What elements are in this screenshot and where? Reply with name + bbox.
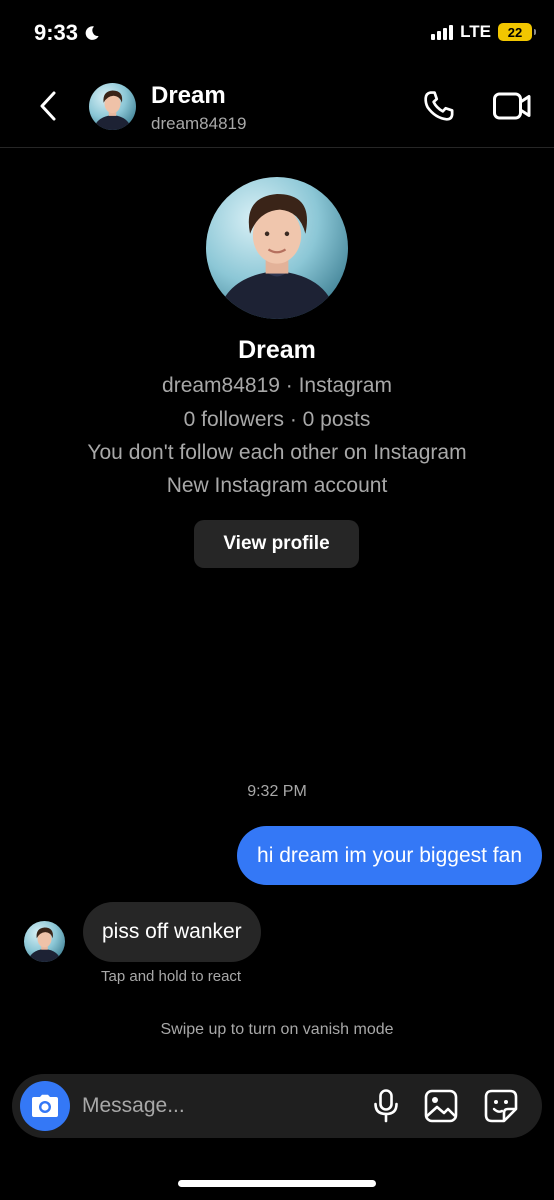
profile-follow-status: You don't follow each other on Instagram (87, 441, 467, 464)
vanish-mode-hint[interactable]: Swipe up to turn on vanish mode (0, 1021, 554, 1039)
battery-icon: 22 (498, 23, 536, 41)
signal-strength-icon (431, 24, 454, 40)
back-button[interactable] (30, 86, 66, 126)
network-type: LTE (460, 22, 491, 41)
camera-icon (32, 1094, 58, 1117)
battery-level: 22 (507, 24, 523, 40)
message-timestamp: 9:32 PM (247, 783, 307, 800)
video-call-button[interactable] (492, 88, 532, 124)
view-profile-button[interactable]: View profile (194, 520, 359, 568)
profile-stats-line: 0 followers · 0 posts (183, 408, 371, 431)
profile-name: Dream (238, 336, 316, 364)
sticker-icon (484, 1089, 518, 1123)
profile-avatar[interactable] (206, 177, 348, 319)
gallery-button[interactable] (424, 1089, 458, 1123)
moon-icon (85, 26, 99, 40)
clock-text: 9:33 (34, 20, 79, 45)
video-camera-icon (493, 92, 531, 120)
voice-message-button[interactable] (369, 1088, 403, 1124)
incoming-message-bubble[interactable]: piss off wanker (83, 902, 261, 962)
sticker-button[interactable] (484, 1089, 518, 1123)
microphone-icon (374, 1089, 398, 1123)
header-username[interactable]: Dream (151, 82, 226, 110)
home-indicator (178, 1180, 376, 1187)
header-handle[interactable]: dream84819 (151, 114, 246, 134)
header-divider (0, 147, 554, 148)
sender-avatar[interactable] (24, 921, 65, 962)
profile-account-note: New Instagram account (166, 474, 388, 497)
message-input[interactable] (82, 1074, 352, 1138)
message-composer (12, 1074, 542, 1138)
status-bar-time: 9:33 (34, 20, 100, 46)
profile-handle-line: dream84819 · Instagram (162, 374, 392, 397)
image-icon (424, 1089, 458, 1123)
status-bar-indicators: LTE 22 (431, 22, 536, 42)
phone-icon (424, 91, 454, 121)
voice-call-button[interactable] (420, 87, 458, 125)
camera-button[interactable] (20, 1081, 70, 1131)
chevron-left-icon (40, 91, 56, 121)
header-avatar[interactable] (89, 83, 136, 130)
outgoing-message-bubble[interactable]: hi dream im your biggest fan (237, 826, 542, 885)
react-hint: Tap and hold to react (101, 968, 242, 985)
